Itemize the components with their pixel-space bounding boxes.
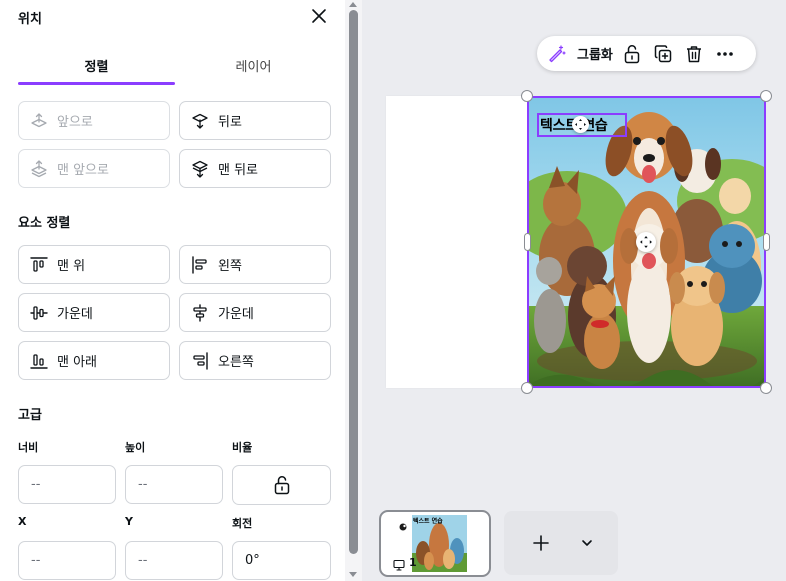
magic-edit-button[interactable]	[545, 43, 567, 65]
align-right-icon	[190, 351, 210, 371]
bring-forward-label: 앞으로	[57, 115, 93, 130]
delete-button[interactable]	[683, 43, 705, 65]
align-bottom-label: 맨 아래	[57, 355, 98, 370]
align-top-label: 맨 위	[57, 259, 86, 274]
align-left-button[interactable]: 왼쪽	[179, 245, 331, 284]
align-middle-button[interactable]: 가운데	[18, 293, 170, 332]
design-page[interactable]	[386, 96, 528, 388]
chevron-down-icon[interactable]	[580, 536, 594, 550]
duplicate-button[interactable]	[652, 43, 674, 65]
resize-handle-top-right[interactable]	[760, 90, 772, 102]
y-label: Y	[125, 515, 133, 528]
move-icon	[575, 119, 586, 130]
element-toolbar: 그룹화	[537, 36, 756, 71]
align-bottom-icon	[29, 351, 49, 371]
advanced-heading: 고급	[18, 408, 42, 423]
unlock-icon	[624, 44, 640, 63]
presenter-icon	[393, 556, 405, 575]
move-icon	[640, 236, 652, 248]
rotation-input[interactable]	[232, 541, 331, 580]
scroll-down-arrow[interactable]	[349, 572, 357, 577]
send-backward-button[interactable]: 뒤로	[179, 101, 331, 140]
page-thumbnail[interactable]: 텍스트 연습 1	[379, 510, 491, 577]
close-panel-button[interactable]	[308, 6, 330, 28]
rotation-label: 회전	[232, 517, 253, 530]
tab-align[interactable]: 정렬	[18, 56, 175, 75]
add-page-button[interactable]	[504, 511, 618, 575]
send-to-back-button[interactable]: 맨 뒤로	[179, 149, 331, 188]
image-move-handle[interactable]	[636, 232, 656, 252]
align-middle-label: 가운데	[57, 307, 93, 322]
resize-handle-bottom-right[interactable]	[760, 382, 772, 394]
bring-forward-icon	[29, 111, 49, 131]
align-center-label: 가운데	[218, 307, 254, 322]
resize-handle-right[interactable]	[763, 233, 770, 251]
y-input[interactable]	[125, 541, 223, 580]
scroll-up-arrow[interactable]	[349, 2, 357, 7]
resize-handle-top-left[interactable]	[521, 90, 533, 102]
align-bottom-button[interactable]: 맨 아래	[18, 341, 170, 380]
align-right-button[interactable]: 오른쪽	[179, 341, 331, 380]
send-to-back-label: 맨 뒤로	[218, 163, 259, 178]
thumbnail-text: 텍스트 연습	[413, 518, 443, 525]
active-tab-indicator	[18, 82, 175, 85]
bring-to-front-button[interactable]: 맨 앞으로	[18, 149, 170, 188]
width-input[interactable]	[18, 465, 116, 504]
send-backward-icon	[190, 111, 210, 131]
panel-title: 위치	[18, 12, 42, 27]
more-options-button[interactable]	[714, 43, 736, 65]
resize-handle-left[interactable]	[524, 233, 531, 251]
height-label: 높이	[125, 441, 146, 454]
align-middle-icon	[29, 303, 49, 323]
x-label: X	[18, 515, 27, 528]
page-number: 1	[409, 556, 417, 569]
trash-icon	[686, 45, 701, 62]
height-input[interactable]	[125, 465, 223, 504]
align-center-button[interactable]: 가운데	[179, 293, 331, 332]
close-icon	[312, 9, 326, 23]
bring-to-front-label: 맨 앞으로	[57, 163, 109, 178]
lock-button[interactable]	[621, 43, 643, 65]
align-center-icon	[190, 303, 210, 323]
text-move-handle[interactable]	[572, 116, 589, 133]
align-top-icon	[29, 255, 49, 275]
send-backward-label: 뒤로	[218, 115, 242, 130]
lock-ratio-button[interactable]	[232, 465, 331, 505]
magic-wand-icon	[549, 44, 566, 62]
width-label: 너비	[18, 441, 39, 454]
position-panel: 위치 정렬 레이어 앞으로 뒤로 맨 앞으로 맨 뒤로 요소 정렬 맨 위 왼쪽…	[0, 0, 362, 581]
align-left-icon	[190, 255, 210, 275]
tab-layer[interactable]: 레이어	[175, 56, 332, 75]
unlock-icon	[274, 476, 289, 495]
more-icon	[717, 51, 733, 56]
panel-scrollbar[interactable]	[345, 0, 362, 581]
align-top-button[interactable]: 맨 위	[18, 245, 170, 284]
align-right-label: 오른쪽	[218, 355, 254, 370]
ratio-label: 비율	[232, 441, 253, 454]
scroll-thumb[interactable]	[349, 10, 358, 554]
group-button[interactable]: 그룹화	[577, 44, 613, 63]
plus-icon	[533, 535, 549, 551]
bring-forward-button[interactable]: 앞으로	[18, 101, 170, 140]
resize-handle-bottom-left[interactable]	[521, 382, 533, 394]
send-to-back-icon	[190, 159, 210, 179]
bring-to-front-icon	[29, 159, 49, 179]
x-input[interactable]	[18, 541, 116, 580]
duplicate-icon	[654, 44, 672, 62]
element-align-heading: 요소 정렬	[18, 216, 71, 231]
align-left-label: 왼쪽	[218, 259, 242, 274]
